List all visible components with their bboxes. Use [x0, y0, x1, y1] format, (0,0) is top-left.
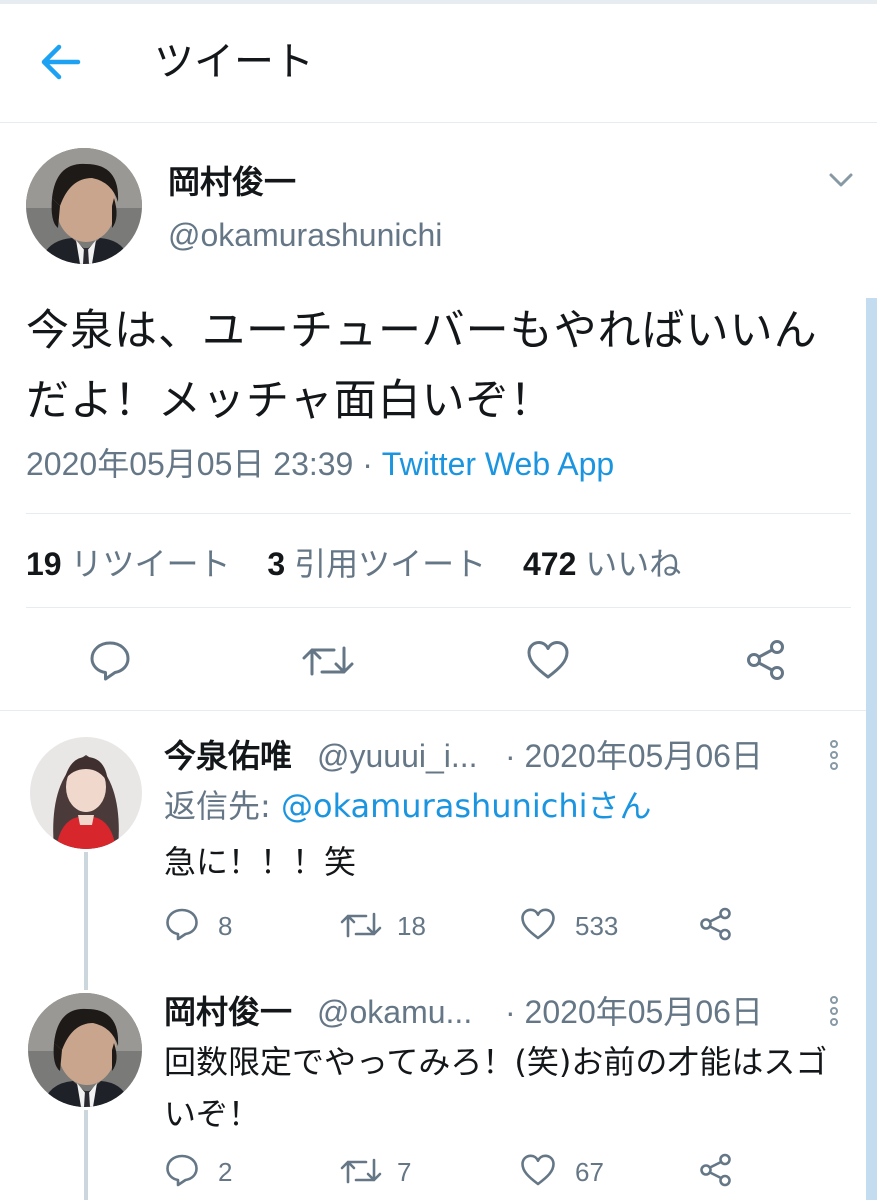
retweet-count: 18 — [397, 911, 426, 941]
retweet-icon[interactable] — [340, 1154, 382, 1188]
retweets-stat[interactable]: 19 リツイート — [26, 540, 231, 588]
like-count: 533 — [575, 911, 619, 941]
divider — [26, 607, 851, 608]
retweets-count: 19 — [26, 546, 62, 582]
tweet-meta: 2020年05月05日 23:39 · Twitter Web App — [26, 440, 614, 488]
reply-author-name[interactable]: 岡村俊一 — [164, 990, 292, 1034]
meta-separator: · — [353, 446, 382, 482]
retweet-icon[interactable] — [340, 908, 382, 942]
quotes-stat[interactable]: 3 引用ツイート — [267, 540, 486, 588]
reply-text: 回数限定でやってみろ！(笑)お前の才能はスゴいぞ！ — [164, 1043, 828, 1133]
thread-connector — [84, 852, 88, 990]
reply-author-name[interactable]: 今泉佑唯 — [164, 734, 292, 778]
reply-author-name-text: 岡村俊一 — [164, 993, 293, 1031]
avatar[interactable] — [26, 148, 142, 264]
avatar[interactable] — [28, 993, 142, 1107]
reply-icon[interactable] — [164, 1152, 200, 1188]
reply-count: 2 — [218, 1157, 233, 1187]
reply-to-line: 返信先: @okamurashunichiさん — [164, 784, 652, 828]
avatar[interactable] — [30, 737, 142, 849]
quotes-count: 3 — [267, 546, 286, 582]
thread-connector — [84, 1110, 88, 1200]
divider — [0, 710, 866, 711]
reply-icon[interactable] — [164, 906, 200, 942]
tweet-stats: 19 リツイート 3 引用ツイート 472 いいね — [26, 540, 709, 588]
likes-count: 472 — [522, 546, 577, 582]
heart-icon[interactable] — [520, 1153, 556, 1187]
app-header — [0, 4, 877, 123]
reply-author-handle-text: @okamu... — [317, 994, 473, 1030]
heart-icon[interactable] — [520, 907, 556, 941]
reply-author-handle-text: @yuuui_i... — [317, 738, 478, 774]
share-icon[interactable] — [698, 1152, 734, 1188]
heart-icon[interactable] — [526, 639, 570, 681]
reply-to-user-link[interactable]: @okamurashunichiさん — [281, 787, 652, 825]
reply-to-prefix: 返信先: — [164, 787, 281, 825]
share-icon[interactable] — [744, 638, 788, 682]
tweet-timestamp[interactable]: 2020年05月05日 23:39 — [26, 446, 353, 482]
reply-text: 急に！！！笑 — [164, 843, 357, 881]
author-name[interactable]: 岡村俊一 — [168, 160, 296, 204]
chevron-down-icon[interactable] — [824, 166, 858, 194]
scroll-indicator — [866, 298, 877, 1200]
divider — [26, 513, 851, 514]
tweet-source-link[interactable]: Twitter Web App — [382, 446, 614, 482]
reply-date[interactable]: · 2020年05月06日 — [505, 734, 763, 778]
likes-label: いいね — [585, 546, 682, 582]
likes-stat[interactable]: 472 いいね — [523, 540, 681, 588]
share-icon[interactable] — [698, 906, 734, 942]
quotes-label: 引用ツイート — [294, 546, 487, 582]
reply-icon[interactable] — [88, 638, 132, 682]
page-title: ツイート — [154, 39, 314, 85]
reply-date[interactable]: · 2020年05月06日 — [505, 990, 763, 1034]
reply-author-name-text: 今泉佑唯 — [164, 737, 293, 775]
reply-date-text: · 2020年05月06日 — [505, 738, 763, 774]
tweet-text: 今泉は、ユーチューバーもやればいいんだよ！メッチャ面白いぞ！ — [26, 306, 818, 426]
retweet-icon[interactable] — [302, 640, 354, 682]
reply-count: 8 — [218, 911, 233, 941]
author-handle[interactable]: @okamurashunichi — [168, 213, 442, 257]
reply-author-handle[interactable]: @okamu... — [317, 990, 472, 1034]
more-options-icon[interactable] — [824, 995, 844, 1027]
more-options-icon[interactable] — [824, 739, 844, 771]
reply-author-handle[interactable]: @yuuui_i... — [317, 734, 478, 778]
like-count: 67 — [575, 1157, 604, 1187]
retweets-label: リツイート — [70, 546, 231, 582]
reply-date-text: · 2020年05月06日 — [505, 994, 763, 1030]
retweet-count: 7 — [397, 1157, 412, 1187]
back-arrow-icon[interactable] — [30, 38, 86, 86]
